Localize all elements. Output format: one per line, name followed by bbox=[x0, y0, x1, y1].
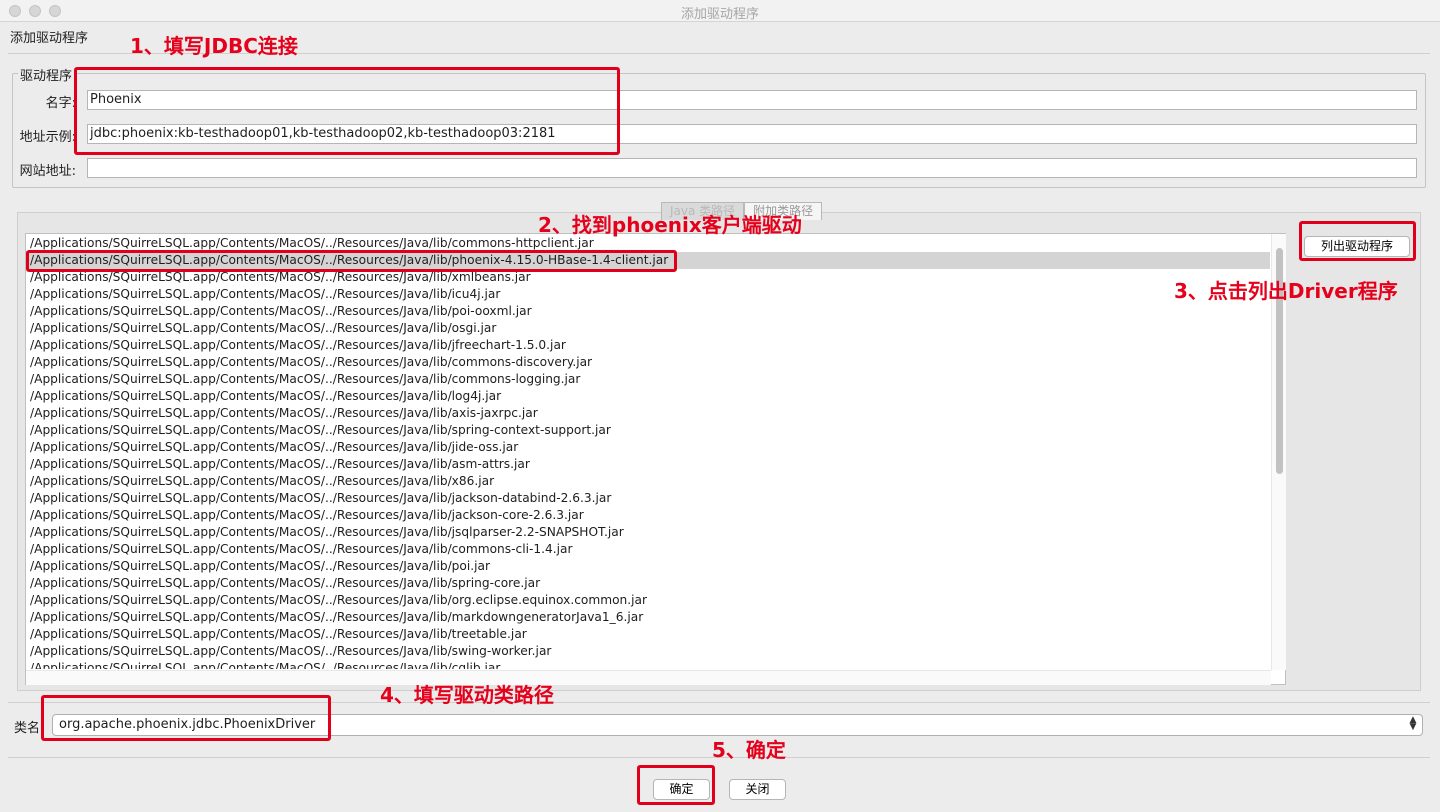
classpath-list-item[interactable]: /Applications/SQuirreLSQL.app/Contents/M… bbox=[28, 490, 1270, 507]
classpath-list-item[interactable]: /Applications/SQuirreLSQL.app/Contents/M… bbox=[28, 252, 1270, 269]
classpath-list-item[interactable]: /Applications/SQuirreLSQL.app/Contents/M… bbox=[28, 456, 1270, 473]
dialog-header: 添加驱动程序 bbox=[10, 31, 89, 46]
chevron-updown-icon[interactable]: ▲ ▼ bbox=[1407, 716, 1419, 733]
classpath-list-item[interactable]: /Applications/SQuirreLSQL.app/Contents/M… bbox=[28, 337, 1270, 354]
horizontal-scrollbar[interactable] bbox=[26, 670, 1271, 685]
classpath-list-item[interactable]: /Applications/SQuirreLSQL.app/Contents/M… bbox=[28, 286, 1270, 303]
annotation-step4: 4、填写驱动类路径 bbox=[380, 683, 554, 707]
class-name-combo[interactable]: org.apache.phoenix.jdbc.PhoenixDriver ▲ ▼ bbox=[52, 714, 1423, 736]
classpath-list-item[interactable]: /Applications/SQuirreLSQL.app/Contents/M… bbox=[28, 405, 1270, 422]
window-title: 添加驱动程序 bbox=[680, 7, 759, 22]
url-field[interactable]: jdbc:phoenix:kb-testhadoop01,kb-testhado… bbox=[87, 124, 1417, 144]
classpath-list-item[interactable]: /Applications/SQuirreLSQL.app/Contents/M… bbox=[28, 439, 1270, 456]
website-field[interactable] bbox=[87, 158, 1417, 178]
classpath-list-item[interactable]: /Applications/SQuirreLSQL.app/Contents/M… bbox=[28, 660, 1270, 669]
classpath-list-item[interactable]: /Applications/SQuirreLSQL.app/Contents/M… bbox=[28, 269, 1270, 286]
classpath-list[interactable]: /Applications/SQuirreLSQL.app/Contents/M… bbox=[25, 233, 1286, 685]
annotation-step3: 3、点击列出Driver程序 bbox=[1174, 279, 1398, 303]
classpath-list-item[interactable]: /Applications/SQuirreLSQL.app/Contents/M… bbox=[28, 524, 1270, 541]
classpath-list-item[interactable]: /Applications/SQuirreLSQL.app/Contents/M… bbox=[28, 354, 1270, 371]
close-button[interactable]: 关闭 bbox=[729, 779, 786, 800]
driver-group-title: 驱动程序 bbox=[18, 65, 75, 84]
classpath-list-item[interactable]: /Applications/SQuirreLSQL.app/Contents/M… bbox=[28, 609, 1270, 626]
classpath-list-item[interactable]: /Applications/SQuirreLSQL.app/Contents/M… bbox=[28, 626, 1270, 643]
annotation-step5: 5、确定 bbox=[712, 738, 786, 762]
classpath-list-item[interactable]: /Applications/SQuirreLSQL.app/Contents/M… bbox=[28, 388, 1270, 405]
name-label: 名字: bbox=[45, 96, 76, 111]
name-field[interactable]: Phoenix bbox=[87, 90, 1417, 110]
window-titlebar: 添加驱动程序 bbox=[0, 0, 1440, 22]
classname-divider-top bbox=[8, 702, 1430, 703]
class-name-label: 类名 bbox=[14, 721, 41, 736]
annotation-step2: 2、找到phoenix客户端驱动 bbox=[538, 213, 802, 237]
classpath-list-item[interactable]: /Applications/SQuirreLSQL.app/Contents/M… bbox=[28, 575, 1270, 592]
classpath-list-item[interactable]: /Applications/SQuirreLSQL.app/Contents/M… bbox=[28, 422, 1270, 439]
ok-button[interactable]: 确定 bbox=[653, 779, 710, 800]
url-label: 地址示例: bbox=[19, 130, 76, 145]
classpath-list-item[interactable]: /Applications/SQuirreLSQL.app/Contents/M… bbox=[28, 541, 1270, 558]
classpath-list-item[interactable]: /Applications/SQuirreLSQL.app/Contents/M… bbox=[28, 303, 1270, 320]
classpath-list-item[interactable]: /Applications/SQuirreLSQL.app/Contents/M… bbox=[28, 558, 1270, 575]
list-drivers-button[interactable]: 列出驱动程序 bbox=[1304, 236, 1410, 257]
classpath-list-item[interactable]: /Applications/SQuirreLSQL.app/Contents/M… bbox=[28, 371, 1270, 388]
classpath-list-item[interactable]: /Applications/SQuirreLSQL.app/Contents/M… bbox=[28, 643, 1270, 660]
annotation-step1: 1、填写JDBC连接 bbox=[130, 34, 298, 58]
class-name-value: org.apache.phoenix.jdbc.PhoenixDriver bbox=[59, 717, 316, 732]
classpath-list-item[interactable]: /Applications/SQuirreLSQL.app/Contents/M… bbox=[28, 592, 1270, 609]
classpath-list-item[interactable]: /Applications/SQuirreLSQL.app/Contents/M… bbox=[28, 320, 1270, 337]
classpath-list-item[interactable]: /Applications/SQuirreLSQL.app/Contents/M… bbox=[28, 507, 1270, 524]
classpath-list-item[interactable]: /Applications/SQuirreLSQL.app/Contents/M… bbox=[28, 473, 1270, 490]
classpath-list-viewport: /Applications/SQuirreLSQL.app/Contents/M… bbox=[28, 234, 1270, 669]
website-label: 网站地址: bbox=[19, 164, 76, 179]
